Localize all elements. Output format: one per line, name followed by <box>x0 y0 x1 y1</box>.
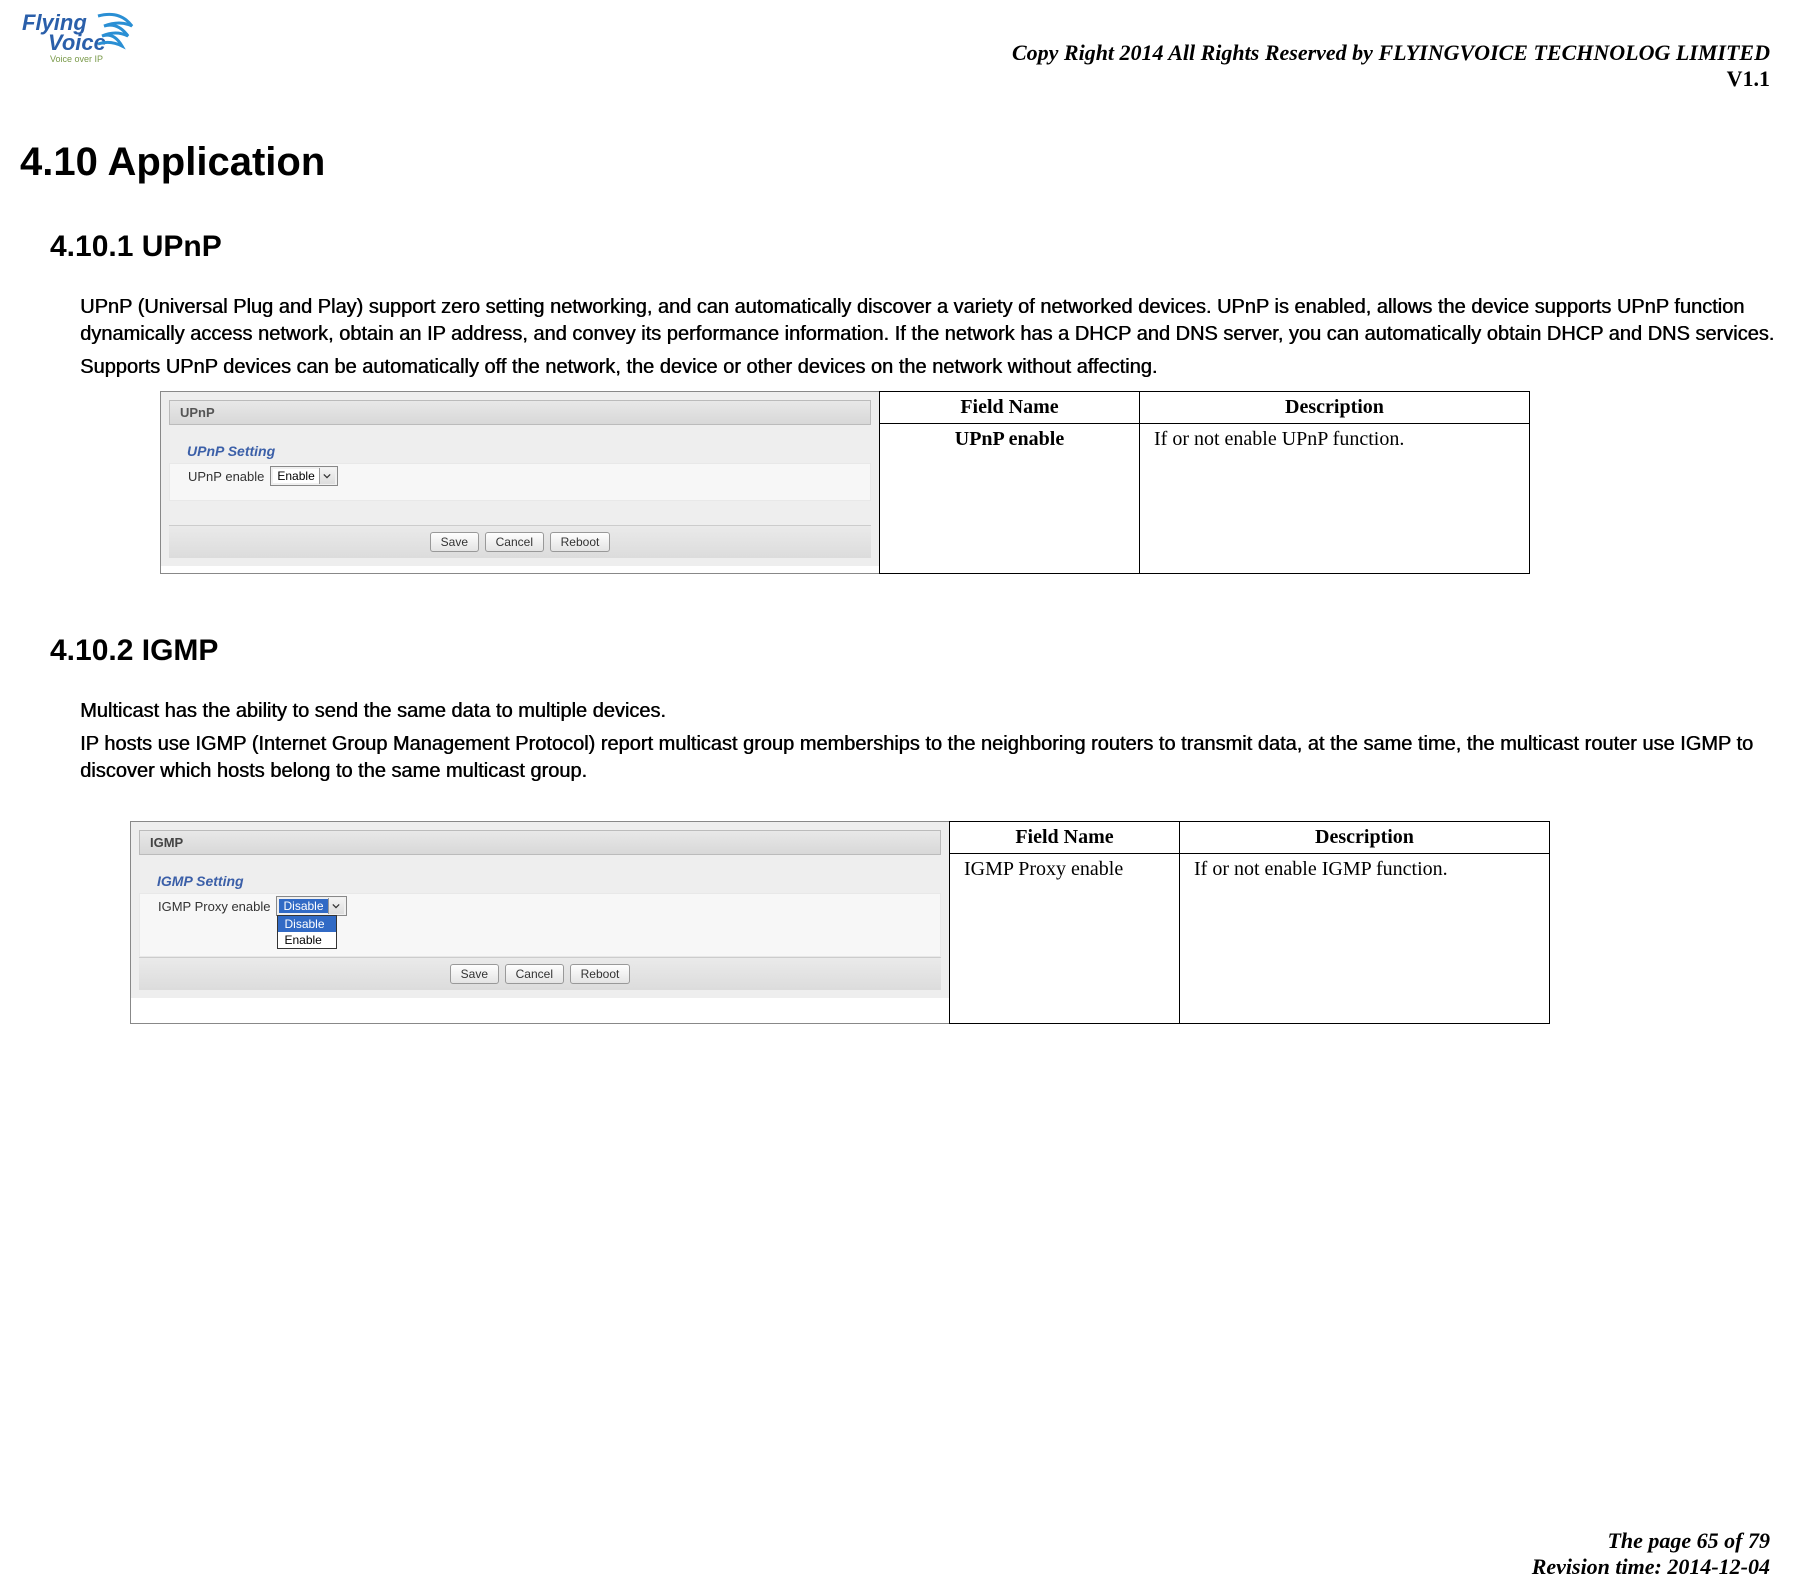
content: 4.10 Application 4.10.1 UPnP UPnP (Unive… <box>20 140 1790 1024</box>
save-button[interactable]: Save <box>430 532 479 552</box>
upnp-enable-label: UPnP enable <box>188 469 264 484</box>
heading-igmp: 4.10.2 IGMP <box>50 634 1790 668</box>
igmp-field-row: IGMP Proxy enable Disable Disable Enable <box>139 893 941 957</box>
igmp-row: IGMP IGMP Setting IGMP Proxy enable Disa… <box>130 821 1790 1024</box>
upnp-row: UPnP UPnP Setting UPnP enable Enable Sav… <box>160 391 1790 574</box>
td-description: If or not enable IGMP function. <box>1180 854 1550 1024</box>
table-row: IGMP Proxy enable If or not enable IGMP … <box>950 854 1550 1024</box>
th-description: Description <box>1180 822 1550 854</box>
table-row: UPnP enable If or not enable UPnP functi… <box>880 424 1530 574</box>
logo-tagline: Voice over IP <box>50 54 103 64</box>
upnp-panel-title: UPnP <box>169 400 871 425</box>
revision-time: Revision time: 2014-12-04 <box>1532 1554 1770 1580</box>
page-number: The page 65 of 79 <box>1532 1528 1770 1554</box>
chevron-down-icon <box>319 468 335 484</box>
header-copyright-block: Copy Right 2014 All Rights Reserved by F… <box>1012 40 1770 92</box>
upnp-desc-table: Field Name Description UPnP enable If or… <box>879 391 1530 574</box>
dropdown-option-disable[interactable]: Disable <box>278 916 336 932</box>
logo-svg: Flying Voice Voice over IP <box>20 8 140 68</box>
upnp-paragraph-2: Supports UPnP devices can be automatical… <box>80 354 1790 381</box>
td-field-name: UPnP enable <box>880 424 1140 574</box>
table-header-row: Field Name Description <box>950 822 1550 854</box>
upnp-enable-dropdown[interactable]: Enable <box>270 466 337 486</box>
heading-upnp: 4.10.1 UPnP <box>50 230 1790 264</box>
cancel-button[interactable]: Cancel <box>485 532 544 552</box>
upnp-dropdown-value: Enable <box>273 469 318 483</box>
cancel-button[interactable]: Cancel <box>505 964 564 984</box>
logo: Flying Voice Voice over IP <box>20 8 140 68</box>
upnp-field-row: UPnP enable Enable <box>169 463 871 501</box>
th-description: Description <box>1140 392 1530 424</box>
th-field-name: Field Name <box>950 822 1180 854</box>
table-header-row: Field Name Description <box>880 392 1530 424</box>
igmp-panel-title: IGMP <box>139 830 941 855</box>
igmp-paragraph-1: Multicast has the ability to send the sa… <box>80 698 1790 725</box>
igmp-paragraph-2: IP hosts use IGMP (Internet Group Manage… <box>80 731 1790 785</box>
heading-application: 4.10 Application <box>20 140 1790 185</box>
igmp-desc-table: Field Name Description IGMP Proxy enable… <box>949 821 1550 1024</box>
igmp-panel-subtitle: IGMP Setting <box>139 863 941 893</box>
upnp-button-bar: Save Cancel Reboot <box>169 525 871 558</box>
reboot-button[interactable]: Reboot <box>570 964 631 984</box>
igmp-dropdown-options: Disable Enable <box>277 915 337 949</box>
igmp-enable-dropdown[interactable]: Disable Disable Enable <box>276 896 346 916</box>
upnp-panel-subtitle: UPnP Setting <box>169 433 871 463</box>
dropdown-option-enable[interactable]: Enable <box>278 932 336 948</box>
igmp-dropdown-value: Disable <box>279 899 327 913</box>
igmp-enable-label: IGMP Proxy enable <box>158 899 270 914</box>
version-text: V1.1 <box>1012 66 1770 92</box>
save-button[interactable]: Save <box>450 964 499 984</box>
chevron-down-icon <box>328 898 344 914</box>
td-field-name: IGMP Proxy enable <box>950 854 1180 1024</box>
footer: The page 65 of 79 Revision time: 2014-12… <box>1532 1528 1770 1580</box>
igmp-button-bar: Save Cancel Reboot <box>139 957 941 990</box>
th-field-name: Field Name <box>880 392 1140 424</box>
copyright-text: Copy Right 2014 All Rights Reserved by F… <box>1012 40 1770 66</box>
logo-sub-text: Voice <box>48 30 106 55</box>
upnp-paragraph-1: UPnP (Universal Plug and Play) support z… <box>80 294 1790 348</box>
td-description: If or not enable UPnP function. <box>1140 424 1530 574</box>
igmp-screenshot-panel: IGMP IGMP Setting IGMP Proxy enable Disa… <box>130 821 950 1024</box>
upnp-screenshot-panel: UPnP UPnP Setting UPnP enable Enable Sav… <box>160 391 880 574</box>
reboot-button[interactable]: Reboot <box>550 532 611 552</box>
